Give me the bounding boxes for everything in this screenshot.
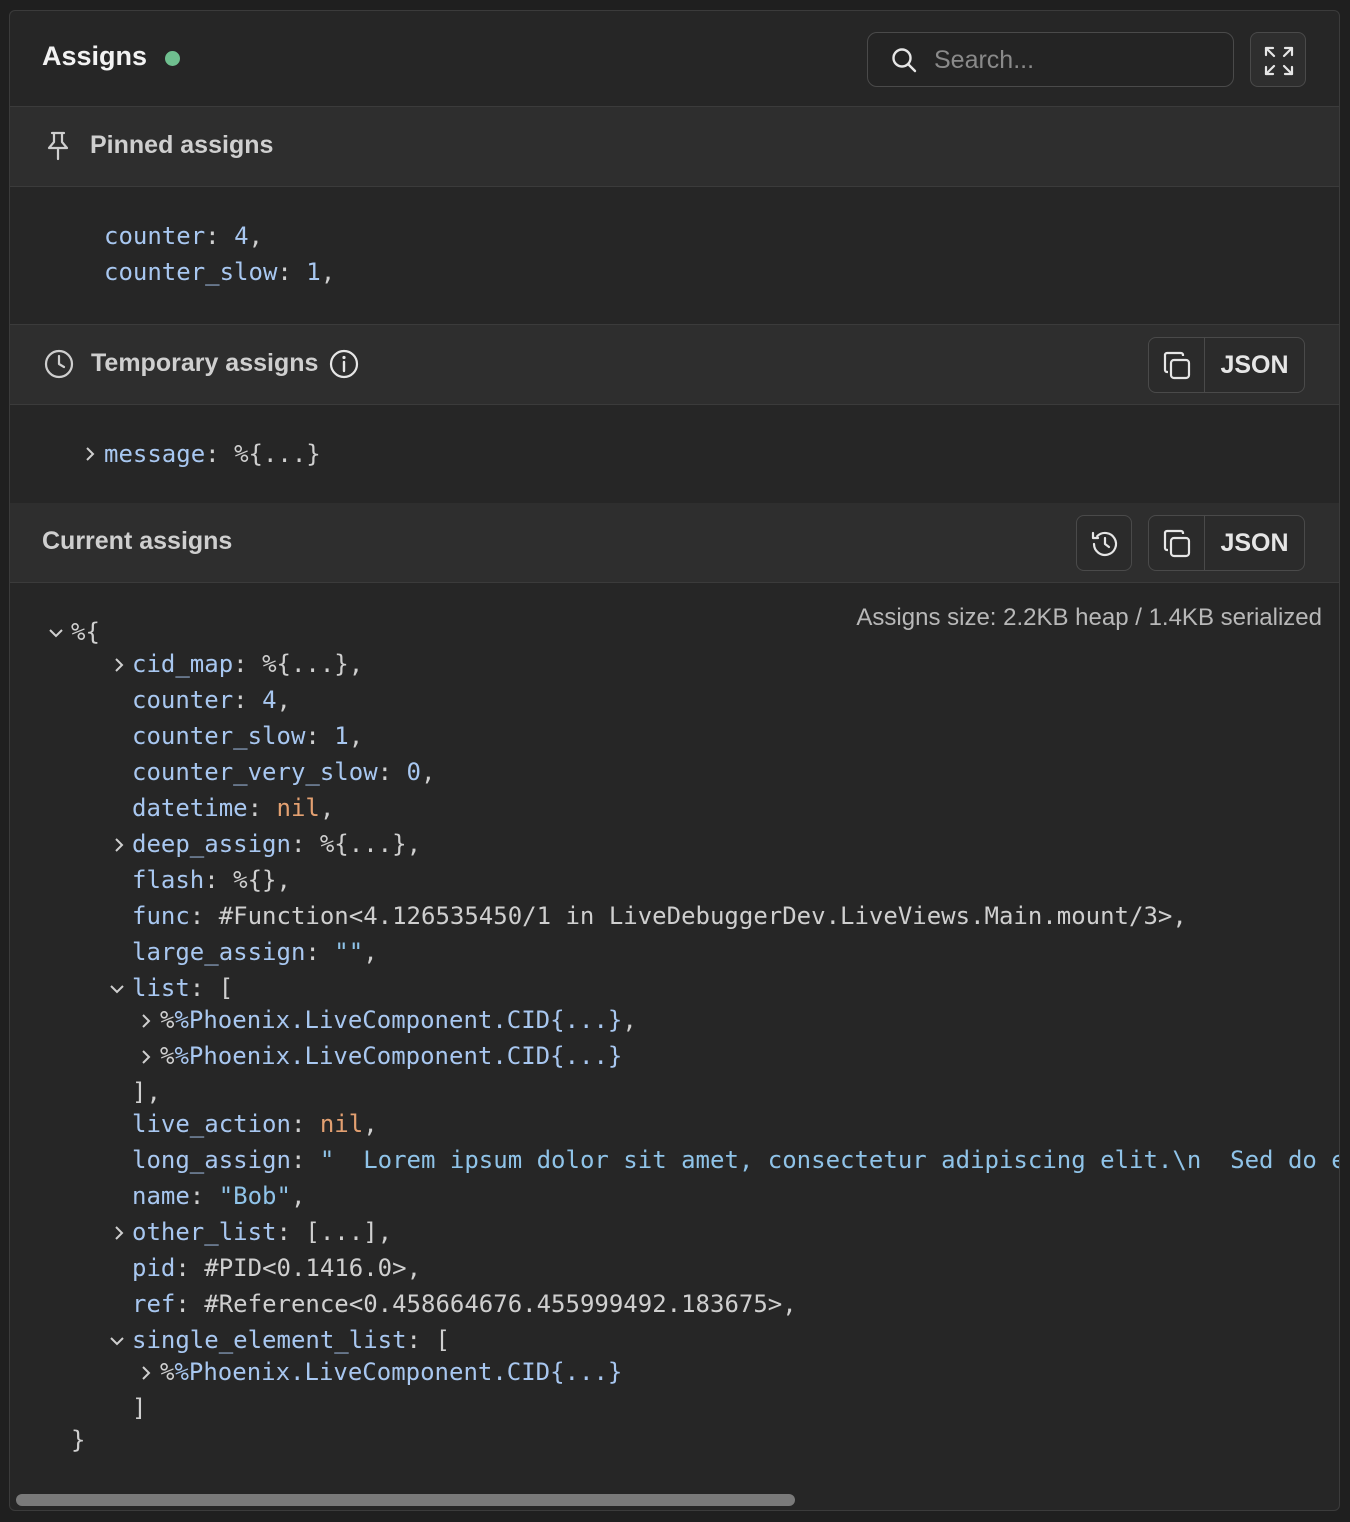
chevron-right-icon[interactable]: [83, 447, 97, 461]
chevron-right-icon[interactable]: [112, 658, 126, 672]
search-box[interactable]: [867, 32, 1234, 87]
search-input[interactable]: [934, 43, 1214, 77]
scrollbar-thumb[interactable]: [16, 1494, 795, 1506]
list-close: ]: [132, 1394, 147, 1422]
temporary-assigns-header: Temporary assigns JSON: [10, 325, 1339, 405]
info-icon[interactable]: [328, 348, 360, 380]
temporary-line: message: %{...}: [104, 440, 321, 468]
history-button[interactable]: [1076, 515, 1132, 571]
copy-icon: [1163, 529, 1191, 558]
assign-line: large_assign: "",: [132, 938, 378, 966]
chevron-right-icon[interactable]: [112, 838, 126, 852]
assign-line: cid_map: %{...},: [132, 650, 364, 678]
status-indicator: [165, 51, 180, 66]
temporary-assigns-label: Temporary assigns: [91, 349, 319, 377]
current-assigns-label: Current assigns: [42, 527, 233, 555]
assign-line: list: [: [132, 974, 234, 1002]
current-copy-button[interactable]: [1149, 516, 1205, 570]
chevron-right-icon[interactable]: [139, 1366, 153, 1380]
temporary-assigns-body: message: %{...}: [10, 406, 1339, 504]
expand-icon: [1264, 46, 1294, 76]
panel-title: Assigns: [42, 41, 148, 71]
horizontal-scrollbar[interactable]: [10, 1486, 1339, 1510]
pin-icon: [47, 131, 69, 161]
pinned-line: counter_slow: 1,: [104, 258, 336, 286]
search-icon: [892, 48, 917, 73]
clock-icon: [44, 349, 74, 379]
pinned-assigns-body: counter: 4, counter_slow: 1,: [10, 188, 1339, 325]
history-icon: [1091, 531, 1118, 557]
temporary-copy-button[interactable]: [1149, 338, 1205, 392]
chevron-right-icon[interactable]: [139, 1014, 153, 1028]
assign-line: counter_slow: 1,: [132, 722, 364, 750]
chevron-down-icon[interactable]: [110, 1334, 124, 1348]
map-close: }: [71, 1426, 86, 1454]
list-item: %%Phoenix.LiveComponent.CID{...},: [160, 1006, 637, 1034]
assign-line: long_assign: " Lorem ipsum dolor sit ame…: [132, 1146, 1339, 1174]
current-json-button[interactable]: JSON: [1205, 516, 1304, 570]
fullscreen-button[interactable]: [1250, 32, 1306, 87]
assign-line: single_element_list: [: [132, 1326, 450, 1354]
current-assigns-actions: JSON: [1148, 515, 1305, 571]
assign-line: func: #Function<4.126535450/1 in LiveDeb…: [132, 902, 1187, 930]
panel-header: Assigns: [10, 11, 1339, 107]
current-assigns-header: Current assigns JSON: [10, 503, 1339, 583]
chevron-right-icon[interactable]: [112, 1226, 126, 1240]
list-item: %%Phoenix.LiveComponent.CID{...}: [160, 1358, 623, 1386]
assign-line: counter: 4,: [132, 686, 291, 714]
list-item: %%Phoenix.LiveComponent.CID{...}: [160, 1042, 623, 1070]
temporary-assigns-actions: JSON: [1148, 337, 1305, 393]
list-close: ],: [132, 1078, 161, 1106]
assign-line: ref: #Reference<0.458664676.455999492.18…: [132, 1290, 797, 1318]
assign-line: live_action: nil,: [132, 1110, 378, 1138]
copy-icon: [1163, 351, 1191, 380]
pinned-assigns-header: Pinned assigns: [10, 107, 1339, 187]
assign-line: name: "Bob",: [132, 1182, 306, 1210]
chevron-right-icon[interactable]: [139, 1050, 153, 1064]
assign-line: flash: %{},: [132, 866, 291, 894]
assign-line: deep_assign: %{...},: [132, 830, 422, 858]
assign-line: datetime: nil,: [132, 794, 335, 822]
assigns-size-label: Assigns size: 2.2KB heap / 1.4KB seriali…: [856, 604, 1322, 631]
assigns-panel: Assigns Pinne: [9, 10, 1340, 1511]
current-assigns-body: Assigns size: 2.2KB heap / 1.4KB seriali…: [10, 584, 1339, 1488]
chevron-down-icon[interactable]: [49, 626, 63, 640]
assign-line: counter_very_slow: 0,: [132, 758, 436, 786]
chevron-down-icon[interactable]: [110, 982, 124, 996]
temporary-json-button[interactable]: JSON: [1205, 338, 1304, 392]
map-open: %{: [71, 618, 100, 646]
assign-line: other_list: [...],: [132, 1218, 393, 1246]
pinned-line: counter: 4,: [104, 222, 263, 250]
assign-line: pid: #PID<0.1416.0>,: [132, 1254, 422, 1282]
pinned-assigns-label: Pinned assigns: [90, 131, 274, 159]
